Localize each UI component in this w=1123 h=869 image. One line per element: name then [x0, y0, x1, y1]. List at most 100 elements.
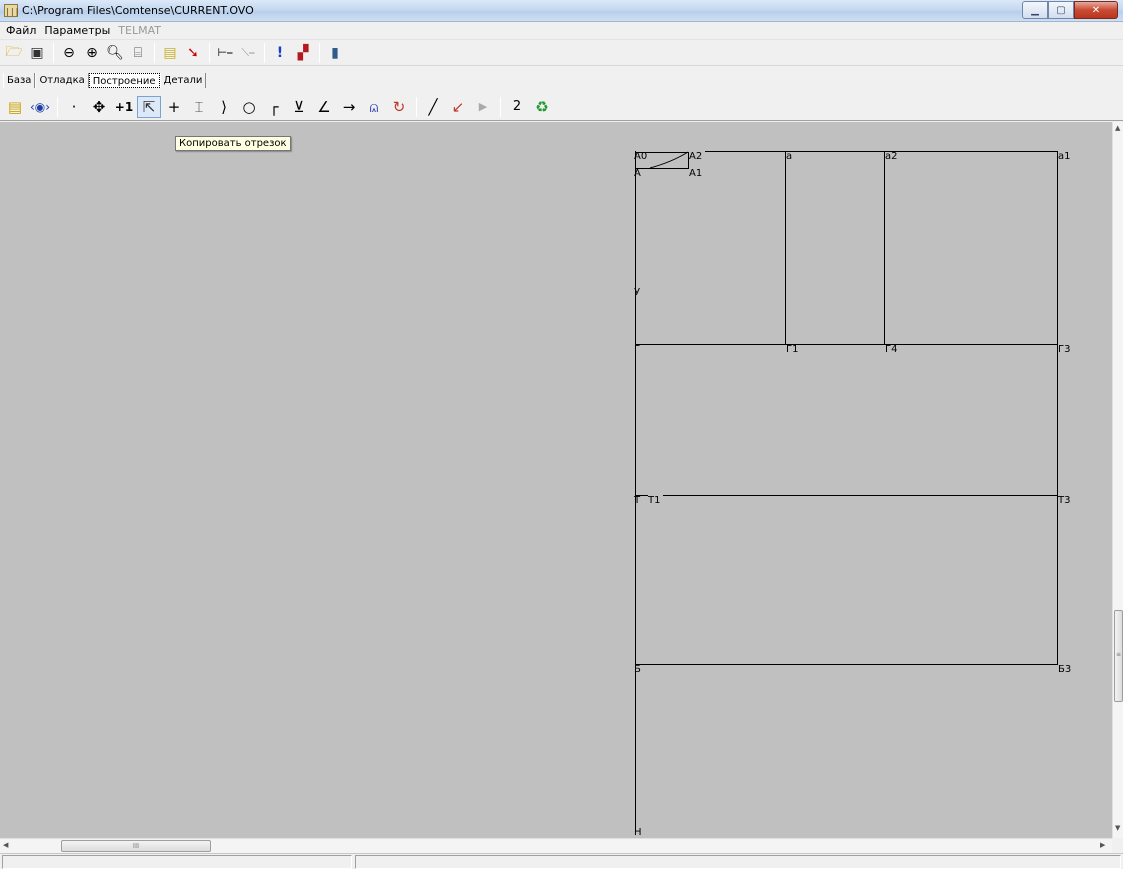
measure-angle-button[interactable]: ⟍⎯ — [237, 42, 259, 64]
recycle-icon: ♻ — [535, 97, 549, 116]
scroll-left-icon[interactable]: ◀ — [3, 841, 8, 849]
toolbar-separator — [319, 42, 320, 63]
zoom-button[interactable]: 🔍︎ — [104, 42, 126, 64]
zoom-out-button[interactable]: ⊖ — [58, 42, 80, 64]
maximize-button[interactable]: ▢ — [1048, 1, 1074, 19]
toolbar-separator — [500, 96, 501, 117]
move-icon: ✥ — [92, 97, 106, 116]
point-label-t1: Т1 — [648, 495, 661, 506]
check-button[interactable]: ! — [269, 42, 291, 64]
measure-button[interactable]: ⊢⎯ — [214, 42, 236, 64]
point-label-g1: Г1 — [786, 344, 799, 355]
arc-right-icon: ⟩ — [221, 97, 227, 116]
arrow-tool-button[interactable]: ➘ — [182, 42, 204, 64]
zoom-in-button[interactable]: ⊕ — [81, 42, 103, 64]
horizontal-scroll-thumb[interactable]: III — [61, 840, 211, 852]
mode-tabs: База Отладка Построение Детали — [3, 70, 207, 88]
scroll-down-icon[interactable]: ▼ — [1115, 824, 1120, 832]
main-toolbar: 🗁 ▣ ⊖ ⊕ 🔍︎ ⌸ ▤ ➘ ⊢⎯ ⟍⎯ ! ▞ ▮ — [0, 40, 1123, 66]
point-label-a: А — [634, 168, 641, 179]
number-two-button[interactable]: 2 — [505, 96, 529, 118]
color-palette-icon: ▞ — [297, 44, 309, 61]
status-bar — [0, 853, 1123, 869]
save-disk-icon: ▣ — [30, 44, 44, 61]
curve-button[interactable]: ⩄ — [362, 96, 386, 118]
angle-button[interactable]: ∠ — [312, 96, 336, 118]
point-label-b3: Б3 — [1058, 664, 1072, 675]
toolbar-separator — [209, 42, 210, 63]
point-label-g4: Г4 — [885, 344, 898, 355]
fit-window-button[interactable]: ⌸ — [127, 42, 149, 64]
menu-file[interactable]: Файл — [2, 24, 40, 37]
zoom-out-icon: ⊖ — [63, 44, 75, 61]
corner-icon: ┌ — [269, 97, 279, 116]
corner-button[interactable]: ┌ — [262, 96, 286, 118]
close-icon: ✕ — [1091, 4, 1101, 16]
plus-one-icon: +1 — [114, 99, 134, 114]
minimize-icon: ▁ — [1031, 4, 1039, 16]
grip-icon: III — [132, 842, 140, 850]
circle-arrow-button[interactable]: ↻ — [387, 96, 411, 118]
point-label-a-lower: а — [786, 151, 793, 162]
arc-curve-button[interactable]: ↙ — [446, 96, 470, 118]
arrow-right-icon: → — [342, 97, 356, 116]
notes-icon: ▤ — [7, 97, 23, 116]
arc-right-button[interactable]: ⟩ — [212, 96, 236, 118]
eye-button[interactable]: ‹◉› — [28, 96, 52, 118]
tab-base[interactable]: База — [3, 73, 36, 88]
menu-parameters[interactable]: Параметры — [40, 24, 114, 37]
line-button[interactable]: ╱ — [421, 96, 445, 118]
minimize-button[interactable]: ▁ — [1022, 1, 1048, 19]
play-button[interactable]: ▶ — [471, 96, 495, 118]
split-button[interactable]: ⌶ — [187, 96, 211, 118]
bisector-button[interactable]: ⊻ — [287, 96, 311, 118]
measure-angle-icon: ⟍⎯ — [241, 45, 255, 59]
menu-bar: Файл Параметры TELMAT — [0, 22, 1123, 40]
status-panel-1 — [2, 855, 352, 869]
point-label-a2: А2 — [689, 151, 703, 162]
arrow-tool-icon: ➘ — [187, 44, 199, 61]
app-icon: ||| — [4, 4, 19, 17]
drawing-canvas[interactable]: А0 А2 А А1 а а2 а1 У Г Г1 Г4 Г3 Т Т1 Т3 … — [0, 122, 1112, 838]
vertical-scroll-thumb[interactable]: ≡ — [1114, 610, 1123, 702]
point-button[interactable]: · — [62, 96, 86, 118]
copy-segment-button[interactable]: ⇱ — [137, 95, 161, 118]
play-icon: ▶ — [478, 100, 488, 113]
point-label-b: Б — [634, 664, 641, 675]
circle-arrow-icon: ↻ — [392, 97, 406, 116]
colors-button[interactable]: ▞ — [292, 42, 314, 64]
page-button[interactable]: ▤ — [159, 42, 181, 64]
point-label-a1-lower: а1 — [1058, 151, 1071, 162]
notes-button[interactable]: ▤ — [3, 96, 27, 118]
menu-telmat: TELMAT — [118, 24, 161, 37]
close-button[interactable]: ✕ — [1074, 1, 1118, 19]
circle-point-icon: ○ — [242, 97, 256, 116]
eye-icon: ‹◉› — [29, 99, 51, 114]
scroll-right-icon[interactable]: ▶ — [1100, 841, 1105, 849]
zoom-icon: 🔍︎ — [106, 44, 124, 61]
direction-button[interactable]: → — [337, 96, 361, 118]
save-button[interactable]: ▣ — [26, 42, 48, 64]
curve-icon: ⩄ — [369, 97, 379, 116]
arc-curve-icon: ↙ — [451, 97, 465, 116]
toolbar-separator — [154, 42, 155, 63]
open-button[interactable]: 🗁 — [3, 42, 25, 64]
construction-toolbar: ▤ ‹◉› · ✥ +1 ⇱ + ⌶ ⟩ ○ ┌ ⊻ ∠ → ⩄ ↻ ╱ ↙ ▶… — [0, 93, 1123, 121]
tab-details[interactable]: Детали — [159, 73, 207, 88]
exit-button[interactable]: ▮ — [324, 42, 346, 64]
tab-construction[interactable]: Построение — [88, 73, 160, 88]
plus-one-button[interactable]: +1 — [112, 96, 136, 118]
point-label-a2-lower: а2 — [885, 151, 898, 162]
move-button[interactable]: ✥ — [87, 96, 111, 118]
scroll-up-icon[interactable]: ▲ — [1115, 124, 1120, 132]
recycle-button[interactable]: ♻ — [530, 96, 554, 118]
vertical-scrollbar[interactable]: ▲ ≡ ▼ — [1112, 122, 1123, 838]
horizontal-scrollbar[interactable]: ◀ III ▶ — [0, 838, 1112, 853]
toolbar-separator — [57, 96, 58, 117]
number-two-icon: 2 — [512, 99, 522, 114]
point-label-a0: А0 — [634, 151, 648, 162]
bisector-icon: ⊻ — [293, 97, 305, 116]
cross-button[interactable]: + — [162, 96, 186, 118]
tab-debug[interactable]: Отладка — [35, 73, 89, 88]
circle-point-button[interactable]: ○ — [237, 96, 261, 118]
